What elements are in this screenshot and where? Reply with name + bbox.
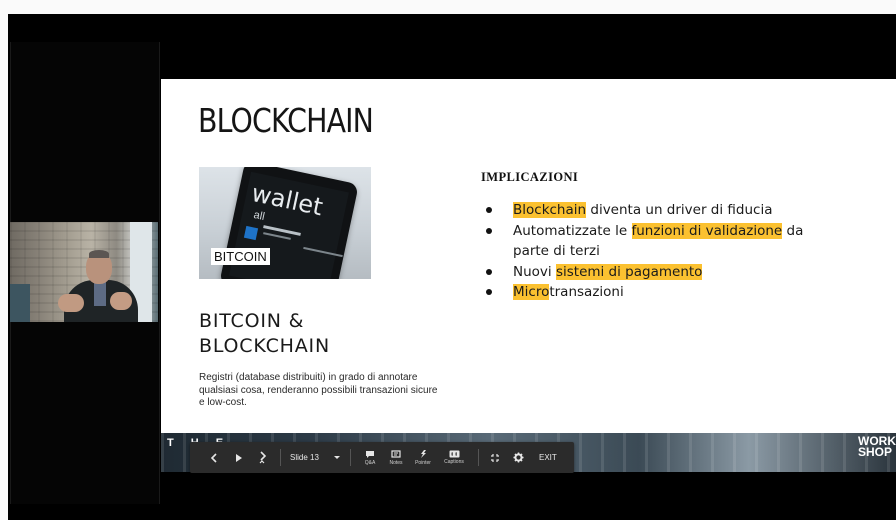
slide-menu-toggle[interactable] (331, 442, 343, 473)
captions-button[interactable]: Captions (440, 442, 468, 473)
list-item: Blockchain diventa un driver di fiducia (484, 200, 814, 221)
notes-icon (391, 449, 401, 458)
list-item: Nuovi sistemi di pagamento (484, 262, 814, 283)
subtitle-line-2: BLOCKCHAIN (199, 335, 330, 357)
screen: BLOCKCHAIN wallet all BITCOIN BITCOIN & … (0, 0, 896, 520)
chevron-right-icon (259, 450, 267, 463)
slide-title: BLOCKCHAIN (198, 101, 374, 140)
chat-icon (365, 450, 374, 458)
presenter-camera-video (10, 222, 158, 322)
gear-icon (512, 452, 524, 463)
exit-fullscreen-button[interactable] (488, 442, 502, 473)
previous-slide-button[interactable] (207, 442, 221, 473)
list-item: Microtransazioni (484, 282, 814, 303)
slide-description: Registri (database distribuiti) in grado… (199, 372, 438, 408)
pointer-button[interactable]: Pointer (410, 442, 436, 473)
bitcoin-wallet-image: wallet all BITCOIN (199, 167, 371, 279)
implications-list: Blockchain diventa un driver di fiducia … (484, 200, 814, 303)
slide-number-label: Slide 13 (290, 453, 319, 462)
implications-heading: IMPLICAZIONI (481, 170, 579, 184)
banner-right-text: WORK SHOP (858, 434, 896, 459)
presentation-toolbar: Slide 13 Q&A Notes Pointer Captions EXIT (190, 442, 574, 473)
play-button[interactable] (232, 442, 246, 473)
exit-button[interactable]: EXIT (539, 442, 557, 473)
qa-button[interactable]: Q&A (358, 442, 382, 473)
next-slide-button[interactable] (256, 442, 270, 473)
chevron-down-icon (334, 455, 340, 459)
exit-fullscreen-icon (491, 453, 499, 462)
closed-captions-icon (449, 450, 459, 458)
presentation-slide: BLOCKCHAIN wallet all BITCOIN BITCOIN & … (161, 79, 896, 472)
notes-button[interactable]: Notes (384, 442, 408, 473)
subtitle-line-1: BITCOIN & (199, 310, 305, 332)
chevron-left-icon (210, 452, 217, 463)
slide-subtitle: BITCOIN & BLOCKCHAIN (199, 309, 330, 359)
wallet-tile-icon (243, 225, 259, 241)
laser-pointer-icon (421, 450, 426, 458)
image-caption: BITCOIN (211, 248, 270, 265)
settings-button[interactable] (511, 442, 525, 473)
slide-number-dropdown[interactable]: Slide 13 (290, 442, 319, 473)
play-icon (236, 453, 242, 462)
list-item: Automatizzate le funzioni di validazione… (484, 221, 814, 262)
